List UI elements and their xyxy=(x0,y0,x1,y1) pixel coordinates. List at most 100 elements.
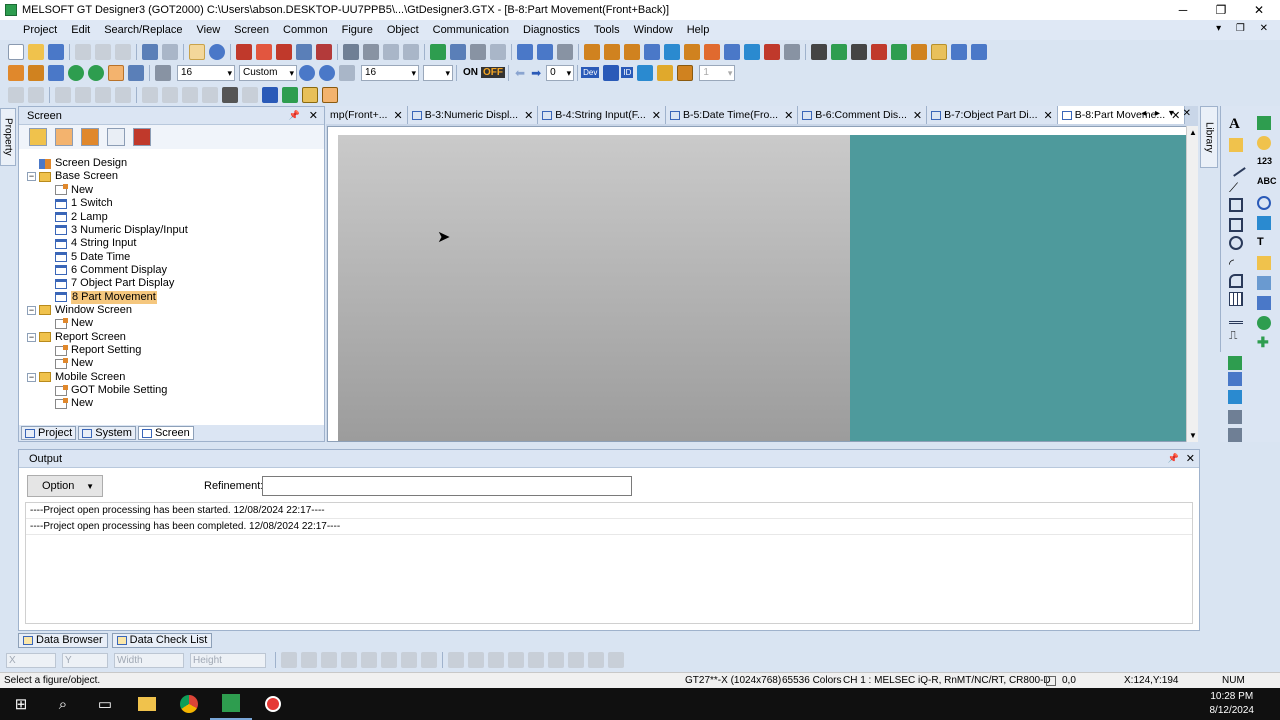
paste-icon[interactable] xyxy=(115,43,131,60)
arrow-right-icon[interactable]: ➡ xyxy=(531,66,541,80)
font-size-select[interactable]: 16 xyxy=(177,64,235,81)
scale-tool-icon[interactable] xyxy=(1229,310,1243,324)
menu-common[interactable]: Common xyxy=(276,20,335,40)
tree-leaf[interactable]: Report Setting xyxy=(55,344,141,357)
write-to-got-icon[interactable] xyxy=(430,43,446,60)
editor-vertical-scrollbar[interactable]: ▲ ▼ xyxy=(1186,126,1198,442)
spacing-tools-icon[interactable] xyxy=(321,652,337,668)
redo-icon[interactable] xyxy=(162,43,178,60)
zoom-out-small-icon[interactable] xyxy=(319,64,335,81)
flip-tools-icon[interactable] xyxy=(421,652,437,668)
close-tab-icon[interactable]: ✕ xyxy=(652,109,661,122)
step-select[interactable]: 0 xyxy=(546,64,575,81)
order-1-icon[interactable] xyxy=(811,43,827,60)
screen-canvas[interactable] xyxy=(338,135,850,441)
comment-object-icon[interactable] xyxy=(1257,216,1271,230)
sector-tool-icon[interactable] xyxy=(1229,274,1243,288)
line-style-icon[interactable] xyxy=(448,652,464,668)
open-screen-icon[interactable] xyxy=(29,128,47,146)
menu-communication[interactable]: Communication xyxy=(426,20,516,40)
text-tool-icon[interactable]: A xyxy=(1229,116,1243,132)
option-icon[interactable] xyxy=(971,43,987,60)
select-pointer-icon[interactable] xyxy=(189,43,205,60)
open-file-icon[interactable] xyxy=(28,43,44,60)
chrome-icon[interactable] xyxy=(168,688,210,720)
layout-8-icon[interactable] xyxy=(724,43,740,60)
tree-node[interactable]: − Window Screen xyxy=(27,304,132,317)
grid-icon[interactable] xyxy=(363,43,379,60)
extra-object-icon-2[interactable] xyxy=(1228,428,1242,442)
data-list-icon[interactable] xyxy=(316,43,332,60)
minimize-button[interactable]: ─ xyxy=(1164,0,1202,20)
library-side-tab[interactable]: Library xyxy=(1200,106,1218,168)
document-object-icon[interactable] xyxy=(1228,390,1242,404)
tree-leaf[interactable]: 6 Comment Display xyxy=(55,264,167,277)
screen-image-icon[interactable] xyxy=(236,43,252,60)
tree-node[interactable]: Screen Design xyxy=(39,157,127,170)
forward-icon[interactable] xyxy=(88,64,104,81)
script-object-icon[interactable] xyxy=(1228,356,1242,370)
order-4-icon[interactable] xyxy=(871,43,887,60)
fit-icon[interactable] xyxy=(339,64,355,81)
layout-5-icon[interactable] xyxy=(664,43,680,60)
restore-button[interactable]: ❐ xyxy=(1202,0,1240,20)
zoom-fit-icon[interactable] xyxy=(557,43,573,60)
layout-10-icon[interactable] xyxy=(764,43,780,60)
id-display-button[interactable]: ID xyxy=(621,67,634,78)
image-tool-icon[interactable] xyxy=(1229,138,1243,152)
off-toggle[interactable]: OFF xyxy=(481,67,505,78)
part-object-icon[interactable]: T xyxy=(1257,236,1271,250)
y-field[interactable]: Y xyxy=(62,652,108,668)
mdi-controls[interactable]: ▾ ❐ ✕ xyxy=(1216,23,1274,34)
layout-2-icon[interactable] xyxy=(604,43,620,60)
close-tab-icon[interactable]: ✕ xyxy=(393,109,402,122)
trend-object-icon[interactable] xyxy=(1257,296,1271,310)
text-style-select[interactable]: Custom xyxy=(239,64,297,81)
collapse-icon[interactable]: − xyxy=(27,372,36,382)
line-tool-icon[interactable] xyxy=(1226,157,1246,177)
tree-node[interactable]: − Base Screen xyxy=(27,170,118,183)
collapse-icon[interactable]: − xyxy=(27,172,36,182)
extra-object-icon-1[interactable] xyxy=(1228,410,1242,424)
back-icon[interactable] xyxy=(68,64,84,81)
diagnostics-icon[interactable] xyxy=(951,43,967,60)
output-pin-icon[interactable]: 📌 xyxy=(1168,453,1179,464)
layout-3-icon[interactable] xyxy=(624,43,640,60)
file-explorer-icon[interactable] xyxy=(126,688,168,720)
add-object-icon[interactable]: ✚ xyxy=(1257,334,1271,350)
tab-data-browser[interactable]: Data Browser xyxy=(18,632,108,648)
center-tools-icon[interactable] xyxy=(361,652,377,668)
line-width-icon[interactable] xyxy=(468,652,484,668)
order-tools-icon[interactable] xyxy=(381,652,397,668)
tree-leaf[interactable]: 1 Switch xyxy=(55,197,113,210)
part-icon[interactable] xyxy=(302,86,318,103)
close-button[interactable]: ✕ xyxy=(1240,0,1278,20)
snap-icon[interactable] xyxy=(222,86,238,103)
search-icon[interactable] xyxy=(155,64,171,81)
text-format-icon[interactable] xyxy=(588,652,604,668)
edit-arc-icon[interactable] xyxy=(182,86,198,103)
color-icon[interactable] xyxy=(128,64,144,81)
tree-leaf[interactable]: 2 Lamp xyxy=(55,210,108,223)
verify-icon[interactable] xyxy=(470,43,486,60)
property-side-tab[interactable]: Property xyxy=(0,108,16,166)
tree-leaf[interactable]: 4 String Input xyxy=(55,237,136,250)
output-close-icon[interactable]: ✕ xyxy=(1186,452,1195,465)
pin-icon[interactable]: 📌 xyxy=(289,110,300,121)
tab-screen[interactable]: Screen xyxy=(137,426,194,440)
tree-leaf[interactable]: GOT Mobile Setting xyxy=(55,384,167,397)
menu-help[interactable]: Help xyxy=(680,20,717,40)
close-tab-icon[interactable]: ✕ xyxy=(784,109,793,122)
display-switch-icon[interactable] xyxy=(603,64,620,81)
match-tools-icon[interactable] xyxy=(401,652,417,668)
layer-back-icon[interactable] xyxy=(657,64,674,81)
new-screen-icon[interactable] xyxy=(55,128,73,146)
device-display-button[interactable]: Dev xyxy=(581,67,600,78)
screen-switch-icon[interactable] xyxy=(108,64,124,81)
cut-icon[interactable] xyxy=(75,43,91,60)
tree-leaf[interactable]: 5 Date Time xyxy=(55,250,130,263)
scroll-up-icon[interactable]: ▲ xyxy=(1189,128,1197,137)
tab-system[interactable]: System xyxy=(78,426,136,440)
font-size-select-2[interactable]: 16 xyxy=(361,64,419,81)
rotate-icon[interactable] xyxy=(95,86,111,103)
